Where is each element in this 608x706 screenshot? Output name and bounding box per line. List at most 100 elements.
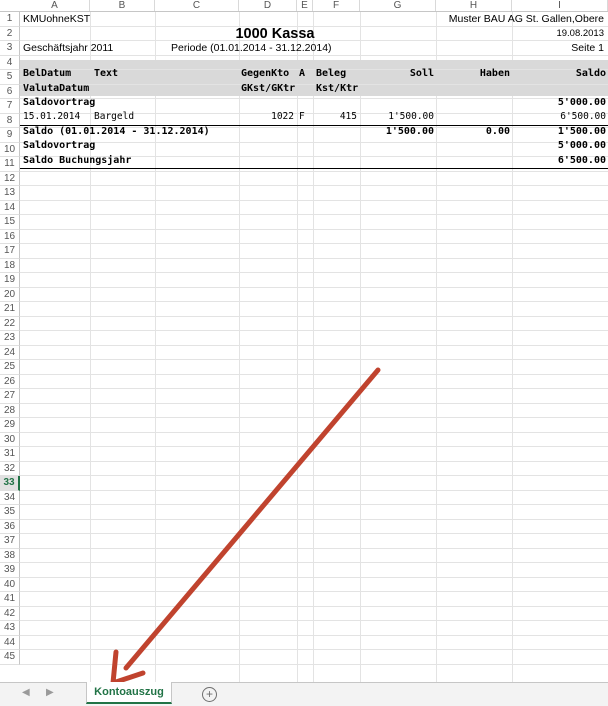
row-header[interactable]: 26 xyxy=(0,374,20,389)
spreadsheet-row[interactable]: 30 xyxy=(0,432,608,447)
page-label: Seite 1 xyxy=(571,42,604,54)
column-header-e[interactable]: E xyxy=(297,0,313,11)
row-header[interactable]: 35 xyxy=(0,505,20,520)
header-gkst: GKst/GKtr xyxy=(241,83,296,94)
row-header[interactable]: 4 xyxy=(0,55,20,70)
column-header-b[interactable]: B xyxy=(90,0,155,11)
row-header[interactable]: 22 xyxy=(0,316,20,331)
row-header[interactable]: 20 xyxy=(0,287,20,302)
row-header[interactable]: 42 xyxy=(0,606,20,621)
spreadsheet-row[interactable]: 40 xyxy=(0,577,608,592)
spreadsheet-row[interactable]: 12 xyxy=(0,171,608,186)
saldo-period-soll: 1'500.00 xyxy=(385,126,434,137)
row-header[interactable]: 44 xyxy=(0,635,20,650)
spreadsheet-row[interactable]: 21 xyxy=(0,302,608,317)
row-header[interactable]: 23 xyxy=(0,331,20,346)
spreadsheet-row[interactable]: 15 xyxy=(0,215,608,230)
row-header[interactable]: 10 xyxy=(0,142,20,157)
row-header[interactable]: 30 xyxy=(0,432,20,447)
row-header[interactable]: 12 xyxy=(0,171,20,186)
spreadsheet-row[interactable]: 39 xyxy=(0,563,608,578)
row-header[interactable]: 21 xyxy=(0,302,20,317)
row-header[interactable]: 28 xyxy=(0,403,20,418)
spreadsheet-row[interactable]: 26 xyxy=(0,374,608,389)
scroll-left-icon[interactable]: ◀ xyxy=(22,687,30,698)
row-header[interactable]: 2 xyxy=(0,26,20,41)
column-header-g[interactable]: G xyxy=(360,0,436,11)
column-header-d[interactable]: D xyxy=(239,0,297,11)
spreadsheet-row[interactable]: 19 xyxy=(0,273,608,288)
row-header[interactable]: 36 xyxy=(0,519,20,534)
spreadsheet-row[interactable]: 41 xyxy=(0,592,608,607)
row-header[interactable]: 38 xyxy=(0,548,20,563)
spreadsheet-row[interactable]: 14 xyxy=(0,200,608,215)
column-header-f[interactable]: F xyxy=(313,0,360,11)
spreadsheet-row[interactable]: 13 xyxy=(0,186,608,201)
row-header[interactable]: 19 xyxy=(0,273,20,288)
header-beldatum: BelDatum xyxy=(23,68,72,79)
spreadsheet-row[interactable]: 37 xyxy=(0,534,608,549)
scroll-right-icon[interactable]: ▶ xyxy=(46,687,54,698)
header-soll: Soll xyxy=(409,68,434,79)
spreadsheet-row[interactable]: 22 xyxy=(0,316,608,331)
row-header[interactable]: 43 xyxy=(0,621,20,636)
row-header[interactable]: 45 xyxy=(0,650,20,665)
row-header[interactable]: 15 xyxy=(0,215,20,230)
spreadsheet-row[interactable]: 38 xyxy=(0,548,608,563)
row-header[interactable]: 32 xyxy=(0,461,20,476)
spreadsheet-row[interactable]: 32 xyxy=(0,461,608,476)
row-header[interactable]: 3 xyxy=(0,41,20,56)
row-header[interactable]: 14 xyxy=(0,200,20,215)
spreadsheet-row[interactable]: 17 xyxy=(0,244,608,259)
spreadsheet-row[interactable]: 44 xyxy=(0,635,608,650)
row-header[interactable]: 31 xyxy=(0,447,20,462)
row-header[interactable]: 37 xyxy=(0,534,20,549)
row-header[interactable]: 40 xyxy=(0,577,20,592)
saldo-jahr-value: 6'500.00 xyxy=(557,155,606,166)
spreadsheet-row[interactable]: 28 xyxy=(0,403,608,418)
spreadsheet-row[interactable]: 42 xyxy=(0,606,608,621)
spreadsheet-row[interactable]: 24 xyxy=(0,345,608,360)
spreadsheet-row[interactable]: 33 xyxy=(0,476,608,491)
spreadsheet-row[interactable]: 35 xyxy=(0,505,608,520)
spreadsheet-row[interactable]: 16 xyxy=(0,229,608,244)
sheet-tab-kontoauszug[interactable]: Kontoauszug xyxy=(86,682,172,704)
row-header[interactable]: 18 xyxy=(0,258,20,273)
row-header[interactable]: 34 xyxy=(0,490,20,505)
row-header[interactable]: 29 xyxy=(0,418,20,433)
row-header[interactable]: 25 xyxy=(0,360,20,375)
spreadsheet-row[interactable]: 27 xyxy=(0,389,608,404)
column-header-c[interactable]: C xyxy=(155,0,239,11)
spreadsheet-row[interactable]: 20 xyxy=(0,287,608,302)
row-header[interactable]: 11 xyxy=(0,157,20,172)
row-header[interactable]: 13 xyxy=(0,186,20,201)
row-header[interactable]: 24 xyxy=(0,345,20,360)
row-header[interactable]: 33 xyxy=(0,476,20,491)
spreadsheet-row[interactable]: 43 xyxy=(0,621,608,636)
row-header[interactable]: 8 xyxy=(0,113,20,128)
row-header[interactable]: 17 xyxy=(0,244,20,259)
entry-gegenkto: 1022 xyxy=(271,111,294,122)
spreadsheet-row[interactable]: 31 xyxy=(0,447,608,462)
spreadsheet-row[interactable]: 18 xyxy=(0,258,608,273)
row-header[interactable]: 27 xyxy=(0,389,20,404)
row-header[interactable]: 7 xyxy=(0,99,20,114)
spreadsheet-row[interactable]: 25 xyxy=(0,360,608,375)
spreadsheet-row[interactable]: 23 xyxy=(0,331,608,346)
add-sheet-icon[interactable]: + xyxy=(202,687,217,702)
row-header[interactable]: 39 xyxy=(0,563,20,578)
row-header[interactable]: 6 xyxy=(0,84,20,99)
row-header[interactable]: 16 xyxy=(0,229,20,244)
column-header-i[interactable]: I xyxy=(512,0,608,11)
row-header[interactable]: 9 xyxy=(0,128,20,143)
row-header[interactable]: 1 xyxy=(0,12,20,27)
column-header-a[interactable]: A xyxy=(20,0,90,11)
spreadsheet-grid[interactable]: A B C D E F G H I 1 2 3 4 5 6 7 8 9 10 11 12 13 14 15 1… xyxy=(0,0,608,682)
spreadsheet-row[interactable]: 29 xyxy=(0,418,608,433)
spreadsheet-row[interactable]: 34 xyxy=(0,490,608,505)
row-header[interactable]: 41 xyxy=(0,592,20,607)
spreadsheet-row[interactable]: 36 xyxy=(0,519,608,534)
spreadsheet-row[interactable]: 45 xyxy=(0,650,608,665)
row-header[interactable]: 5 xyxy=(0,70,20,85)
column-header-h[interactable]: H xyxy=(436,0,512,11)
